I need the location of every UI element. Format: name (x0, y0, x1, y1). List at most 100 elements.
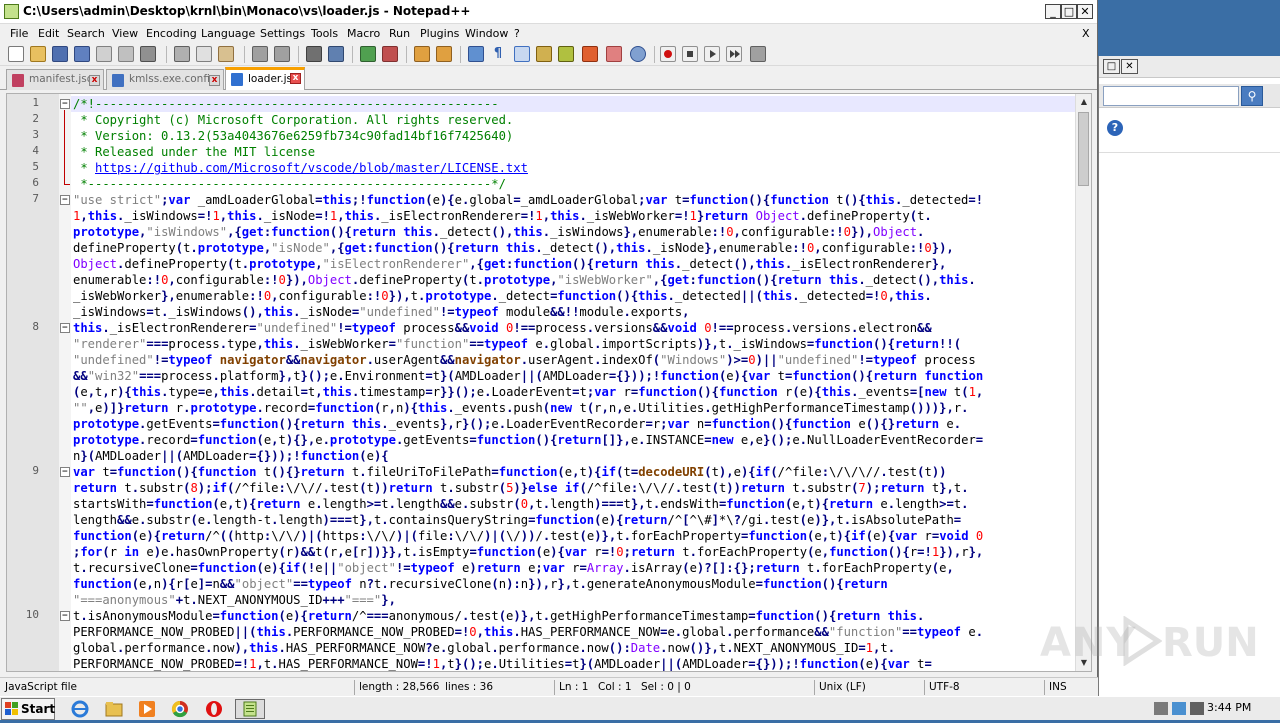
code-line[interactable]: * Version: 0.13.2(53a4043676e6259fb734c9… (71, 128, 1077, 144)
code-line[interactable]: *---------------------------------------… (71, 176, 1077, 192)
code-line[interactable]: t.isAnonymousModule=function(e){return/^… (71, 608, 1077, 624)
menu-macro[interactable]: Macro (347, 27, 380, 40)
menu-tools[interactable]: Tools (311, 27, 338, 40)
replace-icon[interactable] (328, 46, 344, 62)
sync-vertical-icon[interactable] (414, 46, 430, 62)
help-icon[interactable]: ? (1107, 120, 1123, 136)
code-line[interactable]: PERFORMANCE_NOW_PROBED=!1,t.HAS_PERFORMA… (71, 656, 1077, 671)
code-line[interactable]: t.recursiveClone=function(e){if(!e||"obj… (71, 560, 1077, 576)
code-line[interactable]: ;for(r in e)e.hasOwnProperty(r)&&t(r,e[r… (71, 544, 1077, 560)
code-line[interactable]: "use strict";var _amdLoaderGlobal=this;!… (71, 192, 1077, 208)
save-icon[interactable] (52, 46, 68, 62)
stop-macro-icon[interactable] (682, 46, 698, 62)
menu-encoding[interactable]: Encoding (146, 27, 197, 40)
vertical-scrollbar[interactable]: ▲ ▼ (1075, 94, 1091, 671)
tab-close-icon[interactable]: x (89, 75, 100, 86)
volume-icon[interactable] (1190, 702, 1204, 715)
cut-icon[interactable] (174, 46, 190, 62)
maximize-button[interactable]: □ (1061, 4, 1077, 19)
tray-icon[interactable] (1154, 702, 1168, 715)
search-icon[interactable]: ⚲ (1241, 86, 1263, 106)
save-all-icon[interactable] (74, 46, 90, 62)
close-button[interactable]: ✕ (1077, 4, 1093, 19)
fold-toggle-icon[interactable]: − (60, 195, 70, 205)
file-explorer-icon[interactable] (104, 699, 124, 719)
menu-search[interactable]: Search (67, 27, 105, 40)
code-area[interactable]: /*!-------------------------------------… (71, 94, 1077, 671)
tab-kmlss-exe-config[interactable]: kmlss.exe.config x (106, 69, 224, 90)
play-macro-icon[interactable] (704, 46, 720, 62)
fold-toggle-icon[interactable]: − (60, 99, 70, 109)
fold-toggle-icon[interactable]: − (60, 323, 70, 333)
network-icon[interactable] (1172, 702, 1186, 715)
code-line[interactable]: prototype,"isWindows",{get:function(){re… (71, 224, 1077, 240)
menu-file[interactable]: File (10, 27, 28, 40)
code-line[interactable]: function(e){return/^((http:\/\/)|(https:… (71, 528, 1077, 544)
menu-settings[interactable]: Settings (260, 27, 305, 40)
chrome-icon[interactable] (170, 699, 190, 719)
code-editor[interactable]: 1 2 3 4 5 6 7 8 9 10 /*!-------------------------… (6, 93, 1092, 672)
background-close-button[interactable]: ✕ (1121, 59, 1138, 74)
close-file-icon[interactable] (96, 46, 112, 62)
code-line[interactable]: function(e,n){r[e]=n&&"object"==typeof n… (71, 576, 1077, 592)
code-line[interactable]: return t.substr(8);if(/^file:\/\//.test(… (71, 480, 1077, 496)
function-list-icon[interactable] (582, 46, 598, 62)
fold-toggle-icon[interactable]: − (60, 611, 70, 621)
code-line[interactable]: defineProperty(t.prototype,"isNode",{get… (71, 240, 1077, 256)
code-line[interactable]: startsWith=function(e,t){return e.length… (71, 496, 1077, 512)
notepadpp-taskbar-icon[interactable] (235, 699, 265, 719)
close-all-icon[interactable] (118, 46, 134, 62)
indent-guide-icon[interactable] (514, 46, 530, 62)
tab-manifest-json[interactable]: manifest.json x (6, 69, 104, 90)
print-icon[interactable] (140, 46, 156, 62)
menu-edit[interactable]: Edit (38, 27, 59, 40)
code-line[interactable]: prototype.record=function(e,t){},e.proto… (71, 432, 1077, 448)
tab-close-icon[interactable]: x (209, 75, 220, 86)
scroll-up-icon[interactable]: ▲ (1076, 94, 1091, 110)
fold-toggle-icon[interactable]: − (60, 467, 70, 477)
monitoring-icon[interactable] (630, 46, 646, 62)
undo-icon[interactable] (252, 46, 268, 62)
opera-icon[interactable] (204, 699, 224, 719)
code-line[interactable]: prototype.getEvents=function(){return th… (71, 416, 1077, 432)
save-macro-icon[interactable] (750, 46, 766, 62)
close-document-button[interactable]: X (1082, 27, 1090, 40)
menu-window[interactable]: Window (465, 27, 508, 40)
code-line[interactable]: (e,t,r){this.type=e,this.detail=t,this.t… (71, 384, 1077, 400)
menu-view[interactable]: View (112, 27, 138, 40)
zoom-out-icon[interactable] (382, 46, 398, 62)
code-line[interactable]: &&"win32"===process.platform},t}();e.Env… (71, 368, 1077, 384)
code-line[interactable]: _isWebWorker},enumerable:!0,configurable… (71, 288, 1077, 304)
minimize-button[interactable]: _ (1045, 4, 1061, 19)
code-line[interactable]: * https://github.com/Microsoft/vscode/bl… (71, 160, 1077, 176)
new-file-icon[interactable] (8, 46, 24, 62)
sync-horizontal-icon[interactable] (436, 46, 452, 62)
menu-plugins[interactable]: Plugins (420, 27, 459, 40)
code-line[interactable]: global.performance.now),this.HAS_PERFORM… (71, 640, 1077, 656)
code-line[interactable]: * Released under the MIT license (71, 144, 1077, 160)
code-line[interactable]: "",e)]}return r.prototype.record=functio… (71, 400, 1077, 416)
menu-run[interactable]: Run (389, 27, 410, 40)
code-line[interactable]: Object.defineProperty(t.prototype,"isEle… (71, 256, 1077, 272)
code-line[interactable]: * Copyright (c) Microsoft Corporation. A… (71, 112, 1077, 128)
background-maximize-button[interactable]: □ (1103, 59, 1120, 74)
code-line[interactable]: enumerable:!0,configurable:!0}),Object.d… (71, 272, 1077, 288)
tab-close-icon[interactable]: x (290, 73, 301, 84)
paste-icon[interactable] (218, 46, 234, 62)
menu-help[interactable]: ? (514, 27, 520, 40)
redo-icon[interactable] (274, 46, 290, 62)
code-line[interactable]: PERFORMANCE_NOW_PROBED||(this.PERFORMANC… (71, 624, 1077, 640)
code-line[interactable]: "renderer"===process.type,this._isWebWor… (71, 336, 1077, 352)
code-line[interactable]: 1,this._isWindows=!1,this._isNode=!1,thi… (71, 208, 1077, 224)
show-all-characters-icon[interactable]: ¶ (490, 46, 506, 62)
folder-workspace-icon[interactable] (606, 46, 622, 62)
user-language-icon[interactable] (536, 46, 552, 62)
code-line[interactable]: n}(AMDLoader||(AMDLoader={}));!function(… (71, 448, 1077, 464)
scrollbar-thumb[interactable] (1078, 112, 1089, 186)
find-icon[interactable] (306, 46, 322, 62)
code-line[interactable]: "===anonymous"+t.NEXT_ANONYMOUS_ID+++"==… (71, 592, 1077, 608)
start-button[interactable]: Start (1, 698, 55, 720)
code-line[interactable]: this._isElectronRenderer="undefined"!=ty… (71, 320, 1077, 336)
background-search-input[interactable] (1103, 86, 1239, 106)
run-macro-multiple-icon[interactable] (726, 46, 742, 62)
